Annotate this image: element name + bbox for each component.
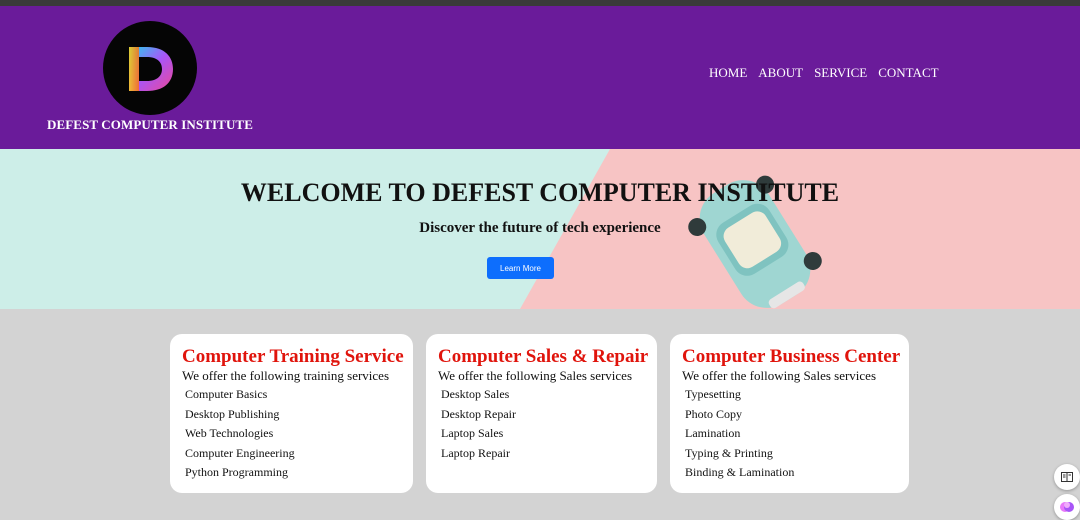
- hero-title: WELCOME TO DEFEST COMPUTER INSTITUTE: [240, 178, 840, 207]
- list-item: Typesetting: [685, 387, 741, 401]
- list-item: Typing & Printing: [685, 445, 773, 460]
- nav-contact[interactable]: CONTACT: [878, 65, 938, 81]
- list-item: Binding & Lamination: [685, 465, 795, 479]
- list-item: Desktop Repair: [441, 406, 516, 421]
- list-item: Laptop Repair: [441, 445, 510, 460]
- service-list: Computer Basics Desktop Publishing Web T…: [182, 385, 413, 483]
- list-item: Desktop Sales: [441, 387, 510, 401]
- reader-icon[interactable]: [1054, 464, 1080, 490]
- list-item: Computer Engineering: [185, 445, 295, 460]
- main-nav: HOME ABOUT SERVICE CONTACT: [709, 65, 950, 81]
- brain-icon[interactable]: [1054, 494, 1080, 520]
- logo[interactable]: [103, 21, 197, 115]
- card-title: Computer Sales & Repair: [438, 346, 649, 367]
- hero-subtitle: Discover the future of tech experience: [419, 220, 661, 236]
- list-item: Laptop Sales: [441, 426, 504, 440]
- learn-more-button[interactable]: Learn More: [487, 257, 554, 279]
- brand-name: DEFEST COMPUTER INSTITUTE: [47, 117, 253, 132]
- list-item: Computer Basics: [185, 387, 268, 401]
- list-item: Python Programming: [185, 465, 289, 479]
- card-title: Computer Business Center: [682, 346, 901, 367]
- card-sales-repair: Computer Sales & Repair We offer the fol…: [426, 334, 657, 493]
- card-business-center: Computer Business Center We offer the fo…: [670, 334, 909, 493]
- card-intro: We offer the following Sales services: [682, 368, 877, 383]
- nav-home[interactable]: HOME: [709, 65, 747, 81]
- list-item: Photo Copy: [685, 406, 743, 421]
- site-header: DEFEST COMPUTER INSTITUTE HOME ABOUT SER…: [0, 6, 1080, 149]
- service-list: Desktop Sales Desktop Repair Laptop Sale…: [438, 385, 657, 463]
- card-training-service: Computer Training Service We offer the f…: [170, 334, 413, 493]
- d-letter-logo-icon: [129, 47, 173, 91]
- hero-banner: WELCOME TO DEFEST COMPUTER INSTITUTE Dis…: [0, 149, 1080, 309]
- service-list: Typesetting Photo Copy Lamination Typing…: [682, 385, 909, 483]
- nav-service[interactable]: SERVICE: [814, 65, 867, 81]
- nav-about[interactable]: ABOUT: [758, 65, 803, 81]
- card-title: Computer Training Service: [182, 346, 404, 367]
- list-item: Desktop Publishing: [185, 406, 280, 421]
- card-intro: We offer the following Sales services: [438, 368, 633, 383]
- card-intro: We offer the following training services: [182, 368, 390, 383]
- list-item: Lamination: [685, 426, 741, 440]
- list-item: Web Technologies: [185, 426, 274, 440]
